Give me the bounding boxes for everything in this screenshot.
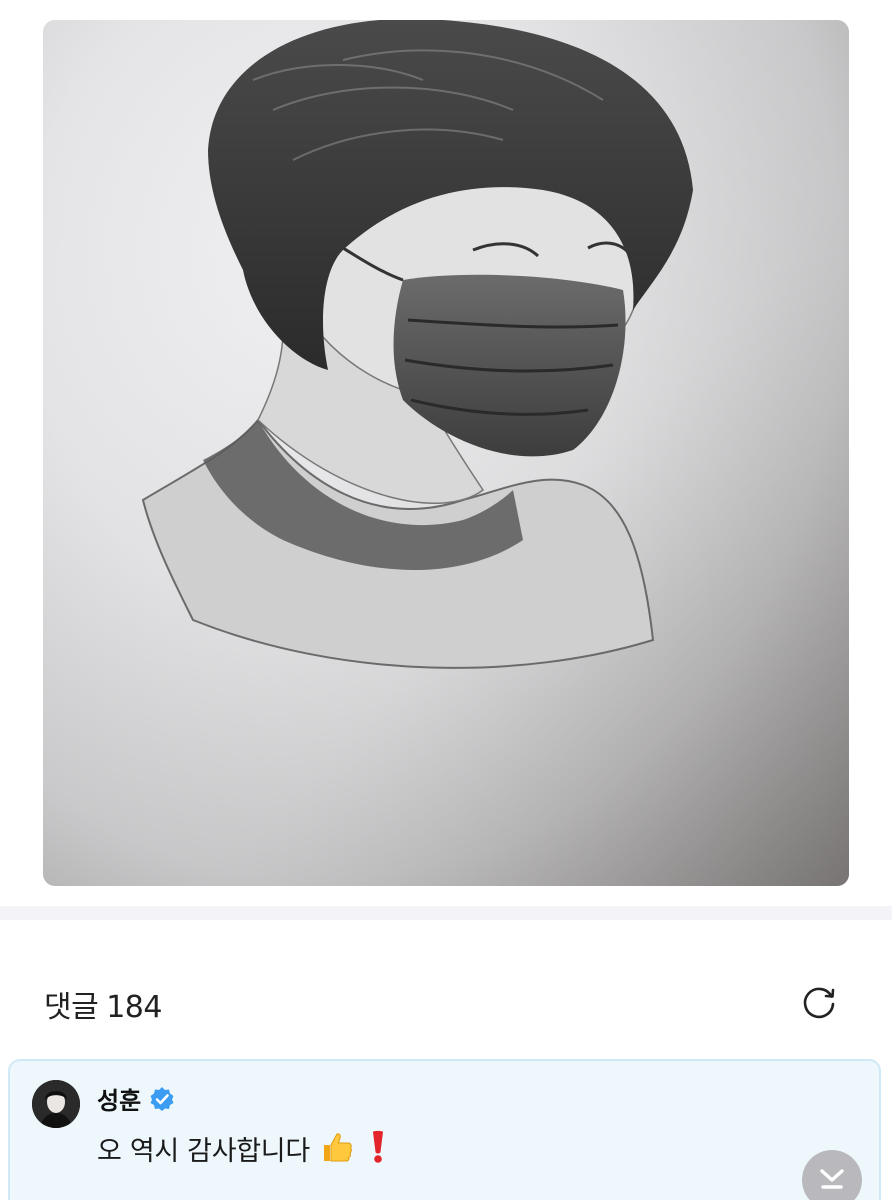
comments-count: 184 (106, 990, 162, 1025)
post-page: 댓글 184 성훈 오 역시 감사합니다 (0, 0, 892, 1200)
thumbs-up-icon (320, 1130, 354, 1171)
comments-label: 댓글 (44, 990, 99, 1025)
verified-badge-icon (149, 1086, 175, 1112)
comments-title: 댓글 184 (44, 982, 162, 1026)
refresh-icon (803, 987, 835, 1019)
comment-author-row: 성훈 (97, 1081, 175, 1116)
section-divider (0, 906, 892, 920)
comment-text: 오 역시 감사합니다 (97, 1129, 392, 1171)
avatar-photo (32, 1080, 80, 1128)
avatar[interactable] (32, 1080, 80, 1128)
post-image[interactable] (43, 20, 849, 886)
refresh-button[interactable] (797, 980, 841, 1024)
exclamation-mark-icon (364, 1130, 392, 1171)
comment-body: 오 역시 감사합니다 (97, 1136, 310, 1167)
comments-header: 댓글 184 (0, 980, 892, 1028)
arrow-down-to-line-icon (820, 1169, 844, 1189)
comment-author-name[interactable]: 성훈 (97, 1081, 141, 1116)
pinned-artist-comment[interactable]: 성훈 오 역시 감사합니다 (8, 1059, 881, 1200)
pencil-portrait-illustration (43, 20, 849, 886)
